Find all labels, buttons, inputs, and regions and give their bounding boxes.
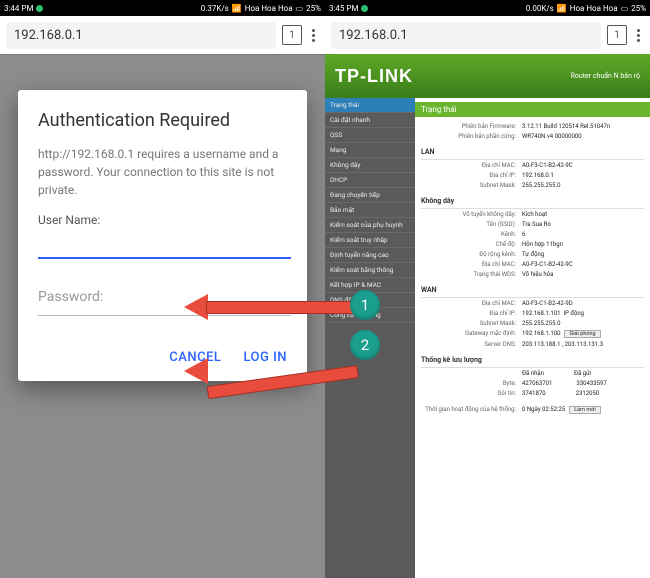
- sidebar-item[interactable]: QSS: [325, 128, 415, 143]
- url-bar: 192.168.0.1 1: [325, 16, 650, 55]
- net-speed: 0.00K/s: [526, 4, 554, 13]
- carrier-label: Hoa Hoa Hoa: [570, 4, 618, 13]
- time-label: 3:45 PM: [329, 4, 358, 13]
- signal-icon: 📶: [232, 4, 242, 13]
- overflow-menu-icon[interactable]: [308, 29, 319, 42]
- battery-icon: ▭: [296, 4, 304, 13]
- auth-dialog: Authentication Required http://192.168.0…: [18, 90, 307, 381]
- password-placeholder: Password:: [38, 289, 103, 305]
- annotation-marker-2: 2: [350, 330, 380, 360]
- annotation-arrow-2: [190, 358, 355, 384]
- release-button[interactable]: Giải phóng: [564, 330, 600, 338]
- status-bar: 3:45 PM 0.00K/s 📶 Hoa Hoa Hoa ▭ 25%: [325, 0, 650, 16]
- record-icon: [361, 5, 368, 12]
- sidebar-item[interactable]: DHCP: [325, 173, 415, 188]
- brand-logo: TP-LINK: [335, 66, 413, 87]
- wan-heading: WAN: [421, 283, 644, 298]
- page-title: Trạng thái: [415, 102, 650, 117]
- sidebar-item[interactable]: Kiểm soát của phụ huynh: [325, 218, 415, 233]
- router-main: Trạng thái Phiên bản Firmware:3.12.11 Bu…: [415, 98, 650, 578]
- carrier-label: Hoa Hoa Hoa: [245, 4, 293, 13]
- hardware-label: Phiên bản phần cứng:: [421, 133, 522, 140]
- router-header: TP-LINK Router chuẩn N băn rộ: [325, 54, 650, 98]
- firmware-label: Phiên bản Firmware:: [421, 123, 522, 130]
- sidebar-item[interactable]: Định tuyến nâng cao: [325, 248, 415, 263]
- phone-right: 3:45 PM 0.00K/s 📶 Hoa Hoa Hoa ▭ 25% 192.…: [325, 0, 650, 578]
- firmware-value: 3.12.11 Build 120514 Rel.51047n: [522, 123, 610, 130]
- tab-switcher-button[interactable]: 1: [607, 25, 627, 45]
- phone-left: 3:44 PM 0.37K/s 📶 Hoa Hoa Hoa ▭ 25% 192.…: [0, 0, 325, 578]
- overflow-menu-icon[interactable]: [633, 29, 644, 42]
- sidebar-item[interactable]: Đang chuyển tiếp: [325, 188, 415, 203]
- wlan-heading: Không dây: [421, 194, 644, 209]
- sidebar-item[interactable]: Trạng thái: [325, 98, 415, 113]
- annotation-arrow-1: [190, 294, 355, 320]
- refresh-button[interactable]: Làm mới: [569, 406, 600, 414]
- traffic-heading: Thống kê lưu lượng: [421, 353, 644, 368]
- lan-heading: LAN: [421, 145, 644, 160]
- url-bar: 192.168.0.1 1: [0, 16, 325, 55]
- status-bar: 3:44 PM 0.37K/s 📶 Hoa Hoa Hoa ▭ 25%: [0, 0, 325, 16]
- sidebar-item[interactable]: Kiểm soát băng thông: [325, 263, 415, 278]
- username-label: User Name:: [38, 213, 287, 227]
- sidebar-item[interactable]: Mạng: [325, 143, 415, 158]
- username-input[interactable]: [38, 229, 291, 259]
- sidebar-item[interactable]: Không dây: [325, 158, 415, 173]
- dialog-message: http://192.168.0.1 requires a username a…: [38, 145, 287, 199]
- hardware-value: WR740N v4 00000000: [522, 133, 582, 140]
- record-icon: [36, 5, 43, 12]
- net-speed: 0.37K/s: [201, 4, 229, 13]
- url-input[interactable]: 192.168.0.1: [331, 22, 601, 49]
- battery-pct: 25%: [306, 4, 321, 13]
- time-label: 3:44 PM: [4, 4, 33, 13]
- sidebar-item[interactable]: Cài đặt nhanh: [325, 113, 415, 128]
- sidebar-item[interactable]: Kiểm soát truy nhập: [325, 233, 415, 248]
- dialog-title: Authentication Required: [38, 110, 287, 131]
- battery-icon: ▭: [621, 4, 629, 13]
- brand-subtitle: Router chuẩn N băn rộ: [571, 72, 640, 80]
- battery-pct: 25%: [631, 4, 646, 13]
- annotation-marker-1: 1: [350, 290, 380, 320]
- url-input[interactable]: 192.168.0.1: [6, 22, 276, 49]
- tab-switcher-button[interactable]: 1: [282, 25, 302, 45]
- signal-icon: 📶: [557, 4, 567, 13]
- sidebar-item[interactable]: Bảo mật: [325, 203, 415, 218]
